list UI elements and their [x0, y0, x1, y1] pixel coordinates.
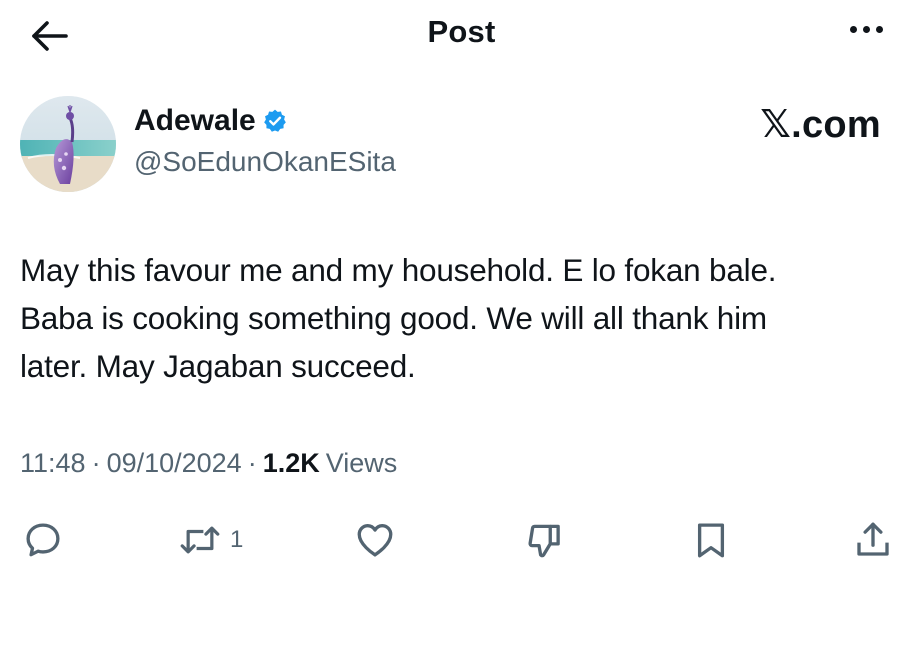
post-text-line: Baba is cooking something good. We will …: [20, 300, 767, 336]
repost-button[interactable]: 1: [178, 516, 243, 564]
like-button[interactable]: [354, 516, 396, 564]
page-title: Post: [427, 14, 496, 49]
heart-icon: [357, 523, 393, 557]
views-label: Views: [325, 448, 398, 478]
post-text-line: May this favour me and my household. E l…: [20, 252, 777, 288]
dislike-button[interactable]: [524, 516, 566, 564]
author-display-name: Adewale: [134, 104, 256, 137]
author-handle[interactable]: @SoEdunOkanESita: [134, 146, 396, 178]
bookmark-button[interactable]: [690, 516, 732, 564]
share-icon: [857, 522, 889, 556]
post-meta: 11:48 · 09/10/2024 · 1.2K Views: [20, 448, 397, 479]
brand-watermark: 𝕏.com: [760, 104, 881, 146]
verified-badge-icon: [263, 109, 286, 132]
peacock-avatar: [20, 96, 116, 192]
repost-icon: [180, 526, 220, 554]
more-options-button[interactable]: [850, 26, 883, 33]
avatar[interactable]: [20, 96, 116, 192]
repost-count: 1: [230, 526, 244, 553]
reply-button[interactable]: [22, 516, 64, 564]
more-horizontal-icon: [850, 26, 857, 33]
bookmark-icon: [697, 523, 725, 558]
reply-icon: [26, 523, 60, 557]
post-text-line: later. May Jagaban succeed.: [20, 348, 416, 384]
share-button[interactable]: [852, 516, 894, 564]
meta-separator: ·: [247, 448, 257, 478]
meta-separator: ·: [91, 448, 101, 478]
post-text: May this favour me and my household. E l…: [20, 246, 900, 390]
post-time[interactable]: 11:48: [20, 448, 86, 479]
views-count: 1.2K: [262, 448, 320, 478]
post-date[interactable]: 09/10/2024: [107, 448, 242, 479]
dislike-icon: [528, 524, 560, 558]
author-name[interactable]: Adewale: [134, 104, 288, 138]
